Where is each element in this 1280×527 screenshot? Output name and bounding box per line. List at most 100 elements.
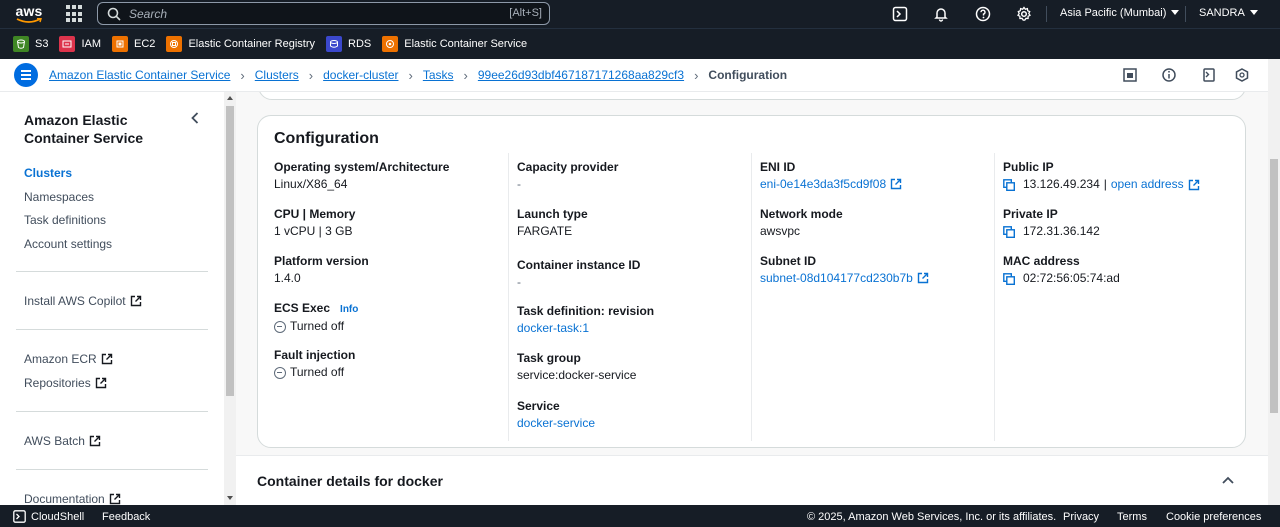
page-scrollbar[interactable] (1268, 59, 1280, 505)
public-ip-row: 13.126.49.234 | open address (1003, 177, 1233, 192)
sidebar-item-repositories[interactable]: Repositories (24, 376, 107, 390)
notes-icon[interactable] (1201, 67, 1217, 83)
scrollbar-thumb[interactable] (226, 106, 234, 396)
info-icon[interactable] (1161, 67, 1177, 83)
sidebar-item-label: Install AWS Copilot (24, 294, 126, 308)
ecs-service-icon (382, 36, 399, 52)
sidebar-item-label: AWS Batch (24, 434, 85, 448)
help-icon[interactable] (974, 5, 992, 23)
private-ip-row: 172.31.36.142 (1003, 224, 1233, 239)
sidebar-item-namespaces[interactable]: Namespaces (24, 190, 94, 204)
section-title: Configuration (274, 130, 379, 147)
copy-icon[interactable] (1003, 272, 1015, 285)
terms-link[interactable]: Terms (1117, 511, 1147, 523)
fault-injection-field: Fault injection Turned off (274, 348, 504, 380)
breadcrumb-clusters[interactable]: Clusters (255, 68, 299, 82)
chevron-right-icon: › (694, 67, 699, 83)
services-menu-icon[interactable] (66, 5, 84, 23)
breadcrumb-tasks[interactable]: Tasks (423, 68, 454, 82)
column-divider (751, 153, 752, 441)
favorite-label: Elastic Container Service (404, 38, 528, 50)
hexagon-icon[interactable] (1234, 67, 1250, 83)
favorite-ecr[interactable]: Elastic Container Registry (166, 36, 315, 52)
favorite-ec2[interactable]: EC2 (112, 36, 155, 52)
scroll-down-arrow-icon[interactable] (227, 496, 233, 500)
sidebar-item-documentation[interactable]: Documentation (24, 492, 121, 505)
separator: | (1103, 177, 1107, 191)
scrollbar-thumb[interactable] (1270, 159, 1278, 413)
chevron-left-icon[interactable] (190, 112, 200, 124)
sidenav-title: Amazon Elastic Container Service (24, 112, 144, 146)
field-label: Service (517, 399, 560, 413)
search-input[interactable] (129, 6, 489, 21)
private-ip-field: Private IP 172.31.36.142 (1003, 207, 1233, 239)
task-definition-link[interactable]: docker-task:1 (517, 321, 747, 336)
favorite-rds[interactable]: RDS (326, 36, 371, 52)
caret-down-icon (1249, 10, 1258, 15)
nav-divider (1046, 6, 1047, 22)
section-title: Container details for docker (257, 473, 443, 489)
side-navigation: Amazon Elastic Container Service Cluster… (0, 92, 224, 505)
chevron-right-icon: › (408, 67, 413, 83)
sidebar-item-task-definitions[interactable]: Task definitions (24, 213, 106, 227)
nav-divider (16, 271, 208, 272)
cloudshell-footer-icon[interactable] (13, 510, 26, 526)
cloudshell-link[interactable]: CloudShell (31, 511, 84, 523)
cloudshell-icon[interactable] (891, 5, 909, 23)
favorite-iam[interactable]: IAM (59, 36, 101, 52)
feedback-link[interactable]: Feedback (102, 511, 150, 523)
favorite-s3[interactable]: S3 (13, 36, 48, 52)
copy-icon[interactable] (1003, 178, 1015, 191)
field-value: 02:72:56:05:74:ad (1023, 271, 1120, 285)
bell-icon[interactable] (932, 5, 950, 23)
config-column-3: ENI ID eni-0e14e3da3f5cd9f08 Network mod… (760, 153, 990, 441)
field-value: 1 vCPU | 3 GB (274, 224, 353, 238)
field-label: Operating system/Architecture (274, 160, 450, 174)
field-value: 13.126.49.234 (1023, 177, 1100, 191)
external-link-icon (101, 353, 112, 365)
menu-toggle-button[interactable] (14, 63, 38, 87)
chevron-right-icon: › (463, 67, 468, 83)
aws-logo[interactable]: aws (6, 0, 52, 28)
sidebar-item-install-copilot[interactable]: Install AWS Copilot (24, 294, 142, 308)
chevron-right-icon: › (308, 67, 314, 83)
copy-icon[interactable] (1003, 225, 1015, 238)
ec2-service-icon (112, 36, 129, 52)
panel-icon[interactable] (1122, 67, 1138, 83)
breadcrumb-ecs[interactable]: Amazon Elastic Container Service (49, 68, 230, 82)
region-selector[interactable]: Asia Pacific (Mumbai) (1060, 7, 1180, 19)
service-link[interactable]: docker-service (517, 416, 747, 431)
sidebar-item-aws-batch[interactable]: AWS Batch (24, 434, 101, 448)
field-label: ENI ID (760, 160, 796, 174)
field-label: Task group (517, 351, 581, 365)
privacy-link[interactable]: Privacy (1063, 511, 1099, 523)
search-box[interactable]: [Alt+S] (97, 2, 550, 25)
open-address-link[interactable]: open address (1111, 177, 1184, 192)
task-group-field: Task group service:docker-service (517, 351, 747, 383)
sidebar-item-clusters[interactable]: Clusters (24, 166, 72, 180)
container-details-header[interactable]: Container details for docker (236, 455, 1268, 505)
top-navigation: aws [Alt+S] Asia Pacific (Mumbai) SANDRA (0, 0, 1280, 28)
gear-icon[interactable] (1015, 5, 1033, 23)
field-label: Public IP (1003, 160, 1054, 174)
nav-divider (1185, 6, 1186, 22)
subnet-id-link[interactable]: subnet-08d104177cd230b7b (760, 271, 990, 286)
field-label: Network mode (760, 207, 843, 221)
sidebar-item-amazon-ecr[interactable]: Amazon ECR (24, 352, 113, 366)
favorite-label: RDS (348, 38, 372, 50)
scroll-up-arrow-icon[interactable] (227, 96, 233, 100)
chevron-up-icon[interactable] (1221, 475, 1235, 485)
favorite-label: S3 (35, 38, 49, 50)
sidebar-item-account-settings[interactable]: Account settings (24, 237, 112, 251)
cookie-preferences-link[interactable]: Cookie preferences (1166, 511, 1261, 523)
info-link[interactable]: Info (340, 304, 358, 315)
eni-id-link[interactable]: eni-0e14e3da3f5cd9f08 (760, 177, 990, 192)
sidebar-scrollbar[interactable] (224, 92, 236, 505)
rds-service-icon (326, 36, 342, 52)
breadcrumb-cluster[interactable]: docker-cluster (323, 68, 398, 82)
favorite-ecs[interactable]: Elastic Container Service (382, 36, 527, 52)
breadcrumb-task-id[interactable]: 99ee26d93dbf467187171268aa829cf3 (478, 68, 684, 82)
field-label: Private IP (1003, 207, 1058, 221)
breadcrumb-bar: Amazon Elastic Container Service › Clust… (0, 59, 1268, 92)
account-menu[interactable]: SANDRA (1199, 7, 1258, 19)
